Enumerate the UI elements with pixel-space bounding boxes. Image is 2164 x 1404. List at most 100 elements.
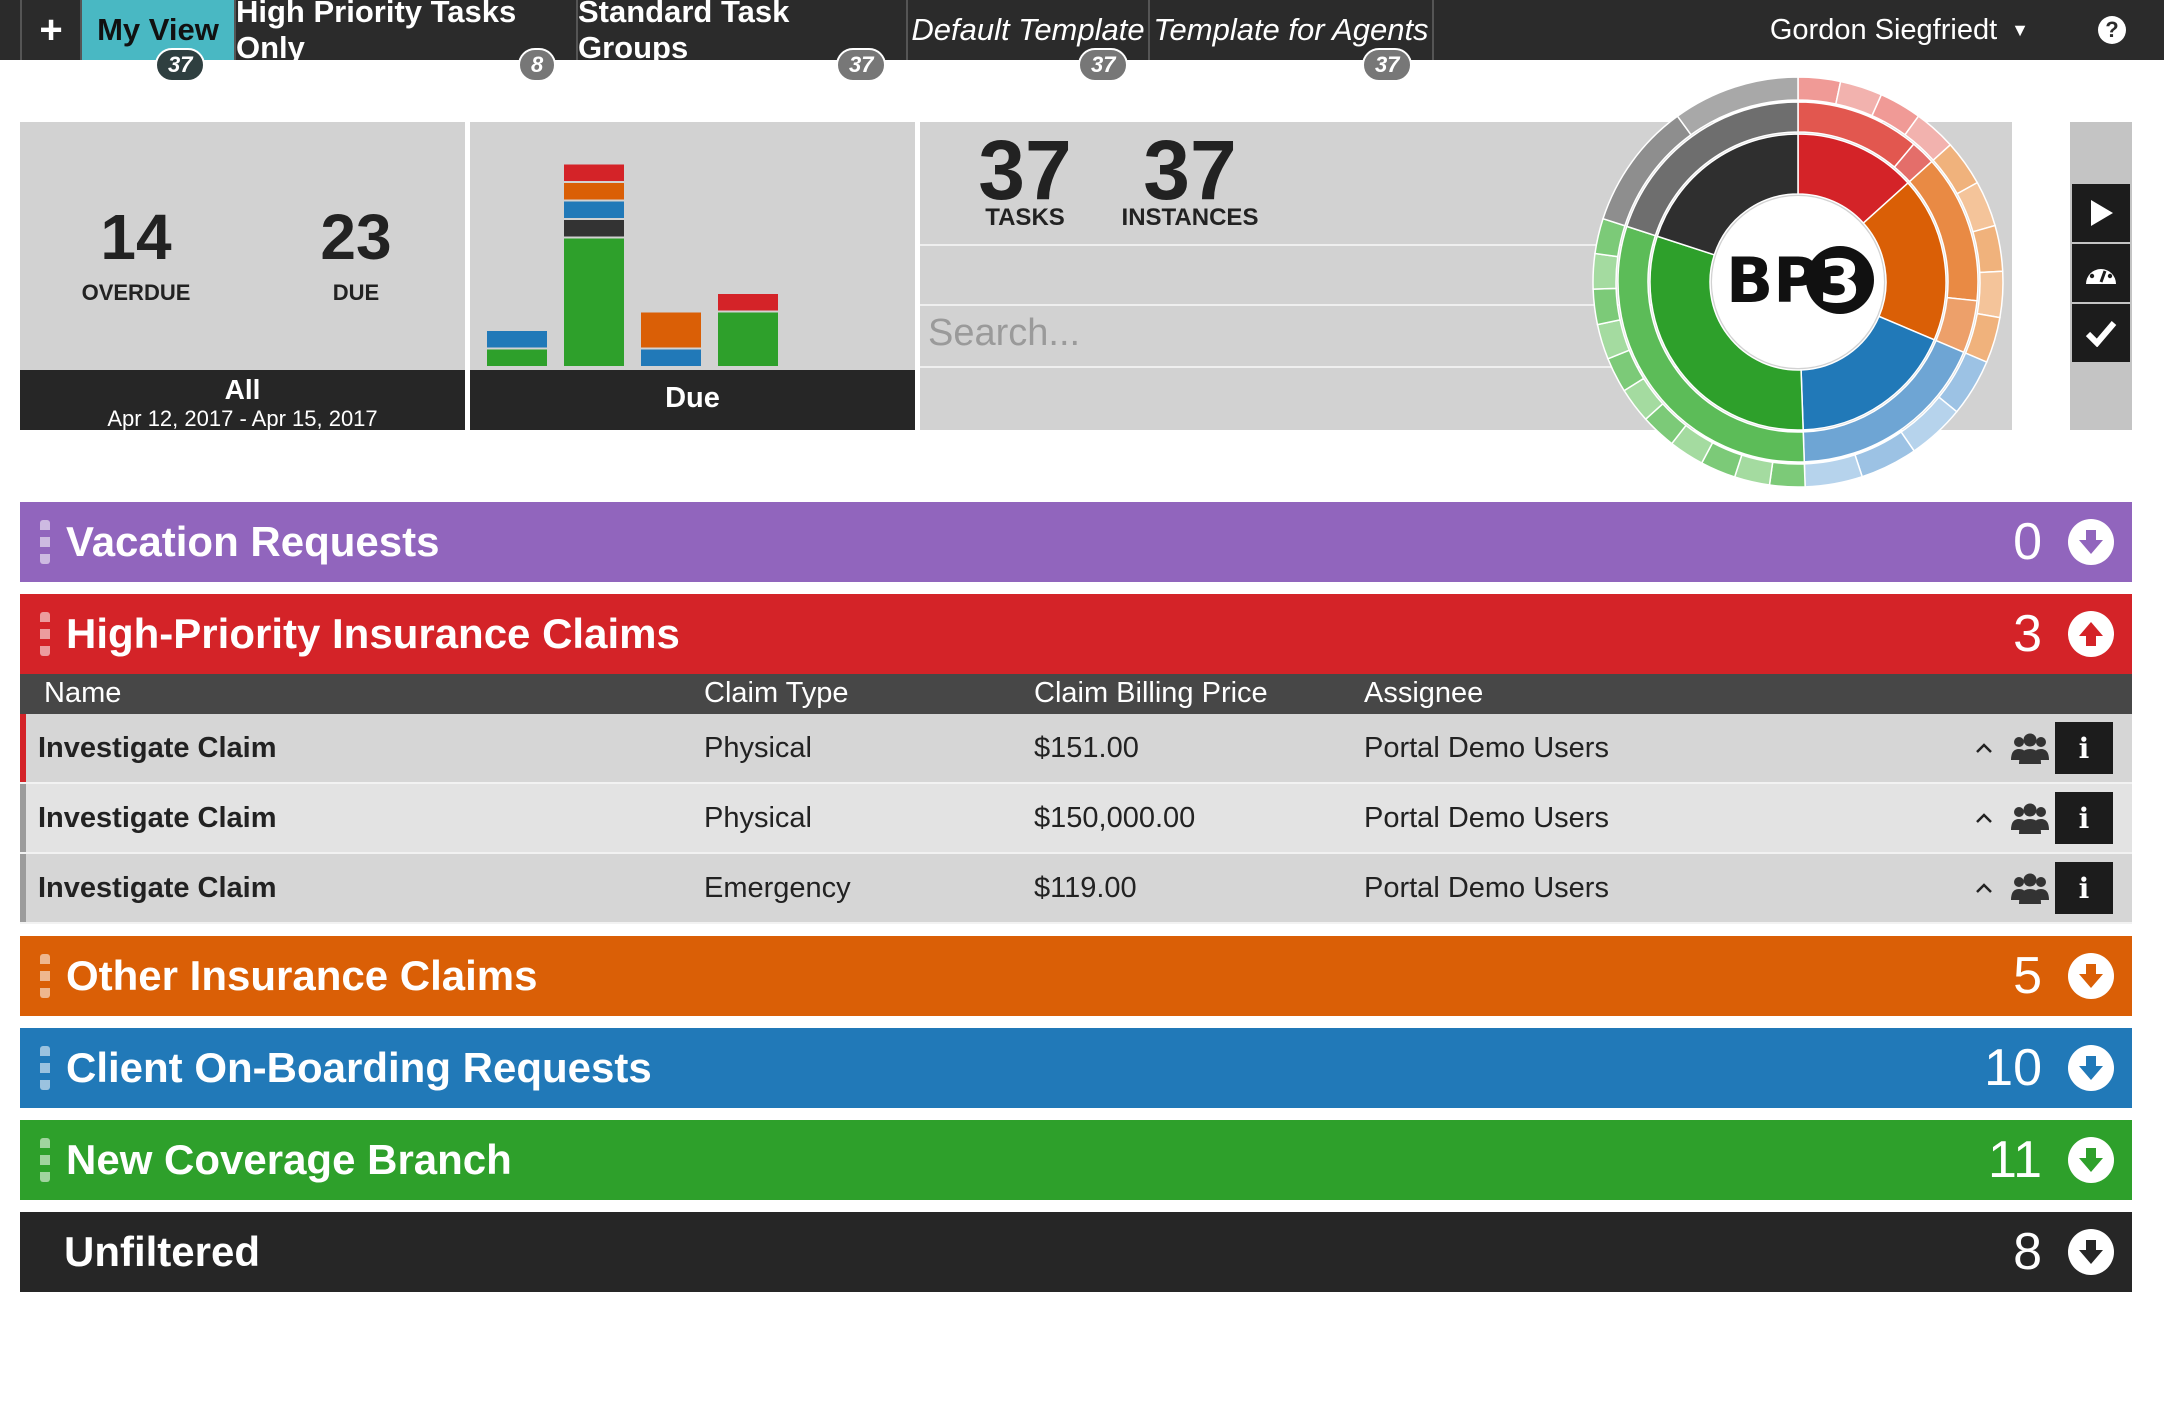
column-header-assignee[interactable]: Assignee — [1364, 677, 1483, 710]
tab-label: My View — [97, 12, 219, 47]
bp3-logo: BP — [1726, 244, 1819, 317]
task-name-link[interactable]: Investigate Claim — [38, 784, 277, 852]
date-range-dates: Apr 12, 2017 - Apr 15, 2017 — [107, 406, 378, 431]
assignee-cell: Portal Demo Users — [1364, 872, 1609, 904]
divider — [920, 244, 1680, 246]
assignee-cell: Portal Demo Users — [1364, 732, 1609, 764]
tab-count-badge: 37 — [155, 48, 206, 82]
chevron-up-icon[interactable] — [1972, 736, 1996, 760]
group-users-icon[interactable] — [2010, 870, 2050, 906]
group-count: 0 — [2013, 513, 2042, 571]
group-title: Client On-Boarding Requests — [66, 1044, 652, 1091]
drag-handle-icon[interactable] — [40, 612, 50, 656]
tab-count-badge: 8 — [518, 48, 557, 82]
sunburst-outer-segment[interactable] — [1797, 76, 1842, 105]
due-count: 23 — [320, 201, 392, 273]
user-name: Gordon Siegfriedt — [1769, 13, 1998, 46]
row-priority-marker — [20, 854, 26, 922]
due-bar-segment[interactable] — [564, 238, 624, 367]
column-header-claim-billing-price[interactable]: Claim Billing Price — [1034, 677, 1268, 710]
due-bar-segment[interactable] — [718, 312, 778, 367]
arrow-down-icon — [2079, 1148, 2103, 1172]
due-bar-segment[interactable] — [564, 164, 624, 182]
group-title: Other Insurance Claims — [66, 952, 538, 999]
claim-price-cell: $119.00 — [1034, 872, 1137, 904]
info-button[interactable]: i — [2055, 792, 2113, 844]
table-row[interactable]: Investigate Claim Emergency $119.00 Port… — [20, 854, 2132, 924]
date-range-selector[interactable]: All Apr 12, 2017 - Apr 15, 2017 — [20, 370, 465, 431]
due-bar-segment[interactable] — [564, 220, 624, 237]
claim-type-cell: Physical — [704, 732, 812, 764]
dashboard-icon[interactable] — [2072, 244, 2130, 302]
sunburst-outer-segment[interactable] — [1976, 270, 2004, 319]
tab-count-badge: 37 — [1362, 48, 1413, 82]
column-header-name[interactable]: Name — [44, 677, 121, 710]
due-bar-segment[interactable] — [718, 294, 778, 311]
arrow-down-icon — [2079, 1056, 2103, 1080]
arrow-down-icon — [2079, 530, 2103, 554]
chevron-up-icon[interactable] — [1972, 806, 1996, 830]
info-button[interactable]: i — [2055, 722, 2113, 774]
group-high-priority-insurance-claims[interactable]: High-Priority Insurance Claims 3 — [20, 594, 2132, 674]
group-other-insurance-claims[interactable]: Other Insurance Claims 5 — [20, 936, 2132, 1016]
tab-count-badge: 37 — [1078, 48, 1129, 82]
sunburst-outer-segment[interactable] — [1768, 461, 1806, 488]
drag-handle-icon[interactable] — [40, 954, 50, 998]
group-users-icon[interactable] — [2010, 730, 2050, 766]
group-count: 8 — [2013, 1223, 2042, 1281]
counts-panel: 14 OVERDUE 23 DUE — [20, 122, 465, 370]
group-vacation-requests[interactable]: Vacation Requests 0 — [20, 502, 2132, 582]
expand-icon[interactable] — [2068, 953, 2114, 999]
group-title: New Coverage Branch — [66, 1136, 512, 1183]
table-row[interactable]: Investigate Claim Physical $150,000.00 P… — [20, 784, 2132, 854]
group-count: 11 — [1988, 1131, 2042, 1189]
chevron-up-icon[interactable] — [1972, 876, 1996, 900]
expand-icon[interactable] — [2068, 1045, 2114, 1091]
task-name-link[interactable]: Investigate Claim — [38, 854, 277, 922]
expand-icon[interactable] — [2068, 1137, 2114, 1183]
arrow-up-icon — [2079, 622, 2103, 646]
help-icon[interactable]: ? — [2098, 16, 2126, 44]
task-name-link[interactable]: Investigate Claim — [38, 714, 277, 782]
overdue-count: 14 — [100, 201, 172, 273]
due-bar-chart[interactable] — [470, 122, 915, 370]
expand-icon[interactable] — [2068, 519, 2114, 565]
due-bar-segment[interactable] — [641, 349, 701, 367]
drag-handle-icon[interactable] — [40, 1138, 50, 1182]
sunburst-outer-segment[interactable] — [1592, 287, 1621, 326]
info-button[interactable]: i — [2055, 862, 2113, 914]
due-bar-segment[interactable] — [641, 312, 701, 348]
due-chart-footer[interactable]: Due — [470, 370, 915, 430]
drag-handle-icon[interactable] — [40, 1046, 50, 1090]
date-range-title: All — [224, 374, 261, 405]
due-bar-segment[interactable] — [487, 349, 547, 367]
expand-icon[interactable] — [2068, 1229, 2114, 1275]
play-icon[interactable] — [2072, 184, 2130, 242]
tab-label: Template for Agents — [1153, 12, 1429, 47]
group-unfiltered[interactable]: Unfiltered 8 — [20, 1212, 2132, 1292]
group-count: 10 — [1984, 1039, 2042, 1097]
sunburst-outer-segment[interactable] — [1592, 252, 1619, 290]
column-header-claim-type[interactable]: Claim Type — [704, 677, 849, 710]
table-row[interactable]: Investigate Claim Physical $151.00 Porta… — [20, 714, 2132, 784]
assignee-cell: Portal Demo Users — [1364, 802, 1609, 834]
arrow-down-icon — [2079, 964, 2103, 988]
due-bar-segment[interactable] — [564, 183, 624, 200]
drag-handle-icon[interactable] — [40, 520, 50, 564]
group-client-on-boarding-requests[interactable]: Client On-Boarding Requests 10 — [20, 1028, 2132, 1108]
collapse-icon[interactable] — [2068, 611, 2114, 657]
tab-my-view[interactable]: My View — [82, 0, 236, 60]
due-label: DUE — [332, 280, 380, 305]
search-input[interactable] — [926, 306, 1530, 360]
group-count: 5 — [2013, 947, 2042, 1005]
sunburst-chart[interactable]: BP 3 — [1588, 72, 2008, 492]
due-bar-segment[interactable] — [564, 201, 624, 219]
arrow-down-icon — [2079, 1240, 2103, 1264]
due-bar-segment[interactable] — [487, 331, 547, 348]
add-view-button[interactable]: + — [20, 0, 82, 60]
tab-label: Default Template — [911, 12, 1145, 47]
user-menu[interactable]: Gordon Siegfriedt ▼ — [1770, 0, 2029, 60]
group-new-coverage-branch[interactable]: New Coverage Branch 11 — [20, 1120, 2132, 1200]
group-users-icon[interactable] — [2010, 800, 2050, 836]
checkmark-icon[interactable] — [2072, 304, 2130, 362]
